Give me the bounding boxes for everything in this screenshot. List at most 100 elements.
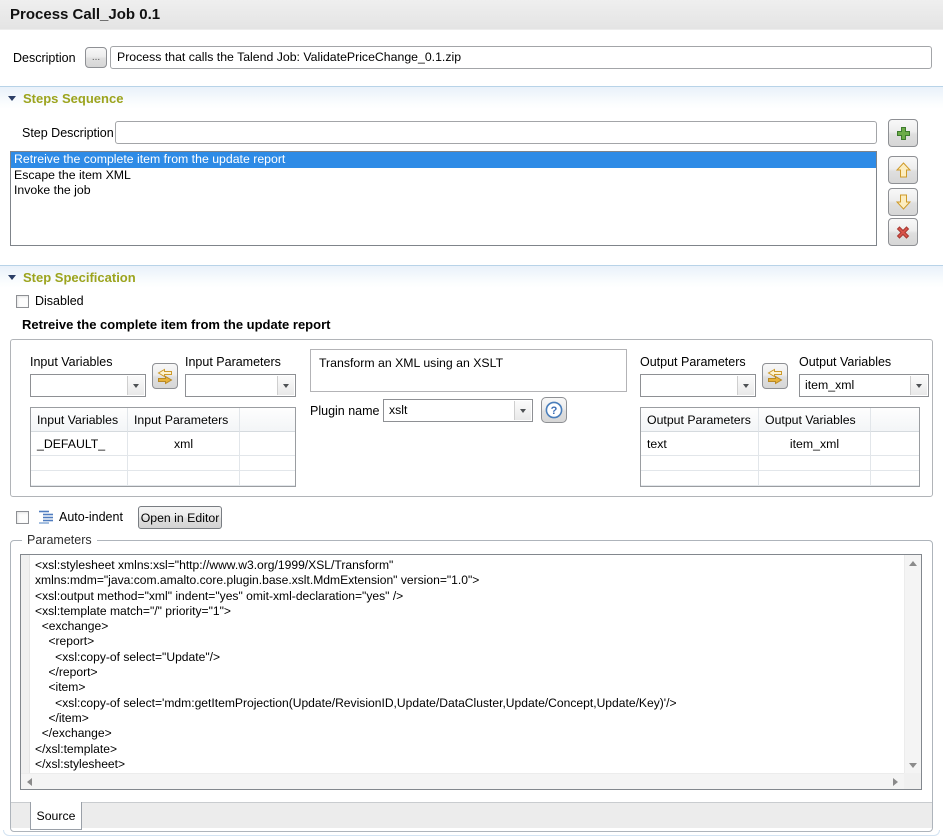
table-cell[interactable] bbox=[871, 471, 919, 486]
editor-title-bar: Process Call_Job 0.1 bbox=[0, 0, 943, 30]
output-variables-select[interactable]: item_xml bbox=[799, 374, 929, 397]
delete-step-button[interactable] bbox=[888, 218, 918, 246]
section-collapse-icon[interactable] bbox=[8, 96, 16, 101]
table-cell[interactable] bbox=[31, 471, 128, 486]
arrow-up-icon bbox=[896, 162, 911, 178]
horizontal-scrollbar[interactable] bbox=[21, 773, 904, 789]
step-specification-title: Step Specification bbox=[23, 270, 136, 285]
tab-source[interactable]: Source bbox=[30, 802, 82, 830]
table-cell[interactable] bbox=[128, 471, 240, 486]
table-cell[interactable] bbox=[240, 471, 295, 486]
input-variables-select[interactable] bbox=[30, 374, 146, 397]
dropdown-button[interactable] bbox=[910, 376, 927, 395]
description-input[interactable]: Process that calls the Talend Job: Valid… bbox=[110, 46, 932, 69]
table-cell[interactable]: item_xml bbox=[759, 432, 871, 456]
step-description-input[interactable] bbox=[115, 121, 877, 144]
input-parameters-select[interactable] bbox=[185, 374, 296, 397]
move-step-up-button[interactable] bbox=[888, 156, 918, 184]
vertical-scrollbar[interactable] bbox=[904, 555, 921, 773]
input-variables-label: Input Variables bbox=[30, 355, 112, 369]
table-cell[interactable]: text bbox=[641, 432, 759, 456]
chevron-down-icon bbox=[133, 384, 139, 388]
page-title: Process Call_Job 0.1 bbox=[10, 0, 160, 30]
description-value: Process that calls the Talend Job: Valid… bbox=[117, 50, 461, 64]
parameters-code-editor[interactable]: <xsl:stylesheet xmlns:xsl="http://www.w3… bbox=[20, 554, 922, 790]
dropdown-button[interactable] bbox=[737, 376, 754, 395]
dropdown-button[interactable] bbox=[277, 376, 294, 395]
output-parameters-label: Output Parameters bbox=[640, 355, 746, 369]
table-cell[interactable]: xml bbox=[128, 432, 240, 456]
plugin-description-text: Transform an XML using an XSLT bbox=[319, 356, 503, 370]
chevron-down-icon bbox=[743, 384, 749, 388]
output-variables-value: item_xml bbox=[805, 375, 908, 396]
triangle-right-icon bbox=[893, 778, 898, 786]
column-header: Output Variables bbox=[759, 408, 871, 432]
table-cell[interactable] bbox=[240, 432, 295, 456]
plugin-description-box: Transform an XML using an XSLT bbox=[310, 349, 627, 392]
question-mark-glyph: ? bbox=[551, 405, 558, 417]
disabled-label: Disabled bbox=[35, 294, 84, 308]
table-cell[interactable] bbox=[641, 471, 759, 486]
triangle-left-icon bbox=[27, 778, 32, 786]
plugin-help-button[interactable]: ? bbox=[541, 397, 567, 423]
table-cell[interactable] bbox=[240, 456, 295, 471]
input-mapping-table: Input Variables Input Parameters _DEFAUL… bbox=[30, 407, 296, 487]
scroll-down-button[interactable] bbox=[904, 757, 921, 773]
scrollbar-corner bbox=[904, 773, 921, 789]
xslt-source-code[interactable]: <xsl:stylesheet xmlns:xsl="http://www.w3… bbox=[35, 558, 903, 772]
table-cell[interactable]: _DEFAULT_ bbox=[31, 432, 128, 456]
section-collapse-icon[interactable] bbox=[8, 275, 16, 280]
editor-gutter bbox=[21, 555, 30, 773]
description-label: Description bbox=[13, 51, 76, 65]
help-icon: ? bbox=[544, 400, 564, 420]
table-cell[interactable] bbox=[871, 456, 919, 471]
tab-source-label: Source bbox=[37, 809, 76, 823]
chevron-down-icon bbox=[283, 384, 289, 388]
arrow-down-icon bbox=[896, 194, 911, 210]
table-cell[interactable] bbox=[871, 432, 919, 456]
swap-arrows-icon bbox=[156, 368, 174, 385]
triangle-up-icon bbox=[909, 561, 917, 566]
delete-x-icon bbox=[896, 226, 910, 239]
output-mapping-table: Output Parameters Output Variables text … bbox=[640, 407, 920, 487]
input-map-button[interactable] bbox=[152, 363, 178, 389]
output-parameters-select[interactable] bbox=[640, 374, 756, 397]
steps-list[interactable]: Retreive the complete item from the upda… bbox=[10, 151, 877, 246]
output-map-button[interactable] bbox=[762, 363, 788, 389]
plugin-name-select[interactable]: xslt bbox=[383, 399, 533, 422]
table-cell[interactable] bbox=[759, 456, 871, 471]
add-step-button[interactable] bbox=[888, 119, 918, 147]
table-cell[interactable] bbox=[641, 456, 759, 471]
auto-indent-checkbox[interactable] bbox=[16, 511, 29, 524]
table-cell[interactable] bbox=[759, 471, 871, 486]
column-header: Input Parameters bbox=[128, 408, 240, 432]
column-header bbox=[871, 408, 919, 432]
column-header bbox=[240, 408, 295, 432]
scroll-left-button[interactable] bbox=[21, 774, 38, 790]
swap-arrows-icon bbox=[766, 368, 784, 385]
open-in-editor-button[interactable]: Open in Editor bbox=[138, 506, 222, 529]
process-editor-page: Process Call_Job 0.1 Description ... Pro… bbox=[0, 0, 943, 838]
scroll-right-button[interactable] bbox=[887, 774, 904, 790]
disabled-checkbox[interactable] bbox=[16, 295, 29, 308]
plugin-name-label: Plugin name bbox=[310, 404, 380, 418]
table-cell[interactable] bbox=[128, 456, 240, 471]
indent-lines-icon bbox=[38, 510, 54, 524]
move-step-down-button[interactable] bbox=[888, 188, 918, 216]
dropdown-button[interactable] bbox=[127, 376, 144, 395]
step-list-item[interactable]: Escape the item XML bbox=[11, 168, 876, 184]
step-list-item[interactable]: Retreive the complete item from the upda… bbox=[11, 152, 876, 168]
input-parameters-label: Input Parameters bbox=[185, 355, 281, 369]
scroll-up-button[interactable] bbox=[904, 555, 921, 571]
dropdown-button[interactable] bbox=[514, 401, 531, 420]
step-list-item[interactable]: Invoke the job bbox=[11, 183, 876, 199]
output-variables-label: Output Variables bbox=[799, 355, 891, 369]
steps-sequence-section-header[interactable]: Steps Sequence bbox=[0, 86, 943, 109]
steps-sequence-title: Steps Sequence bbox=[23, 91, 123, 106]
ellipsis-icon: ... bbox=[92, 52, 100, 63]
description-browse-button[interactable]: ... bbox=[85, 47, 107, 68]
step-description-label: Step Description bbox=[22, 126, 114, 140]
table-cell[interactable] bbox=[31, 456, 128, 471]
column-header: Input Variables bbox=[31, 408, 128, 432]
step-specification-section-header[interactable]: Step Specification bbox=[0, 265, 943, 288]
